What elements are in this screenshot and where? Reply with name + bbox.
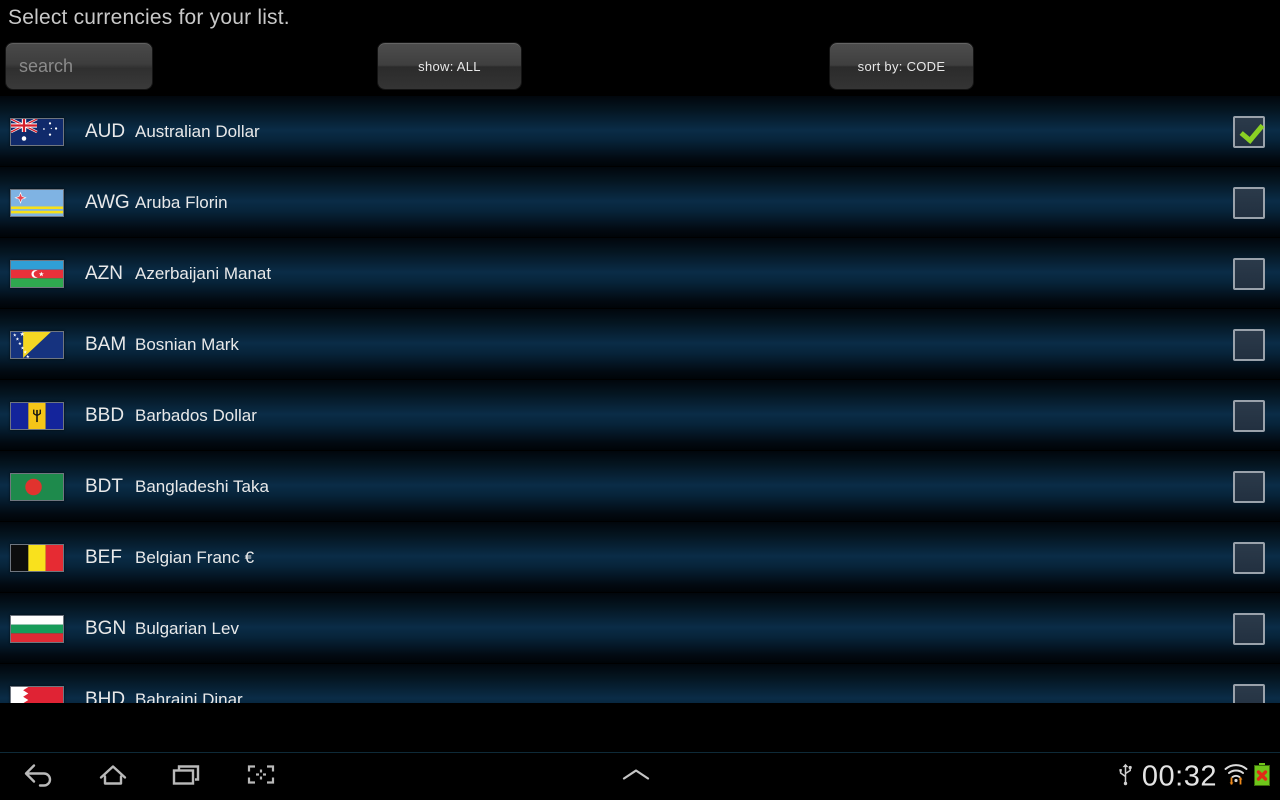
currency-code: BBD: [85, 404, 125, 426]
currency-name: Bahraini Dinar: [135, 689, 243, 704]
currency-name: Bosnian Mark: [135, 334, 239, 354]
wifi-icon: [1223, 761, 1249, 792]
flag-ba-icon: ★ ★ ★ ★ ★ ★: [10, 330, 64, 359]
show-filter-button[interactable]: show: ALL: [377, 42, 522, 90]
currency-code: AUD: [85, 120, 126, 142]
currency-checkbox[interactable]: [1233, 399, 1265, 432]
currency-checkbox[interactable]: [1233, 257, 1265, 290]
currency-code: BEF: [85, 546, 122, 568]
button-bar: Save Changes Cancel: [0, 703, 1280, 752]
clock: 00:32: [1141, 760, 1217, 792]
currency-row[interactable]: BHD Bahraini Dinar: [0, 664, 1280, 703]
currency-code: AZN: [85, 262, 123, 284]
svg-text:★: ★: [26, 354, 30, 358]
screenshot-icon[interactable]: [244, 761, 278, 792]
currency-name: Azerbaijani Manat: [135, 263, 272, 283]
currency-checkbox[interactable]: [1233, 186, 1265, 219]
battery-error-icon: [1252, 761, 1272, 792]
flag-az-icon: [10, 259, 64, 288]
currency-row[interactable]: AUD Australian Dollar: [0, 96, 1280, 167]
currency-row[interactable]: AZN Azerbaijani Manat: [0, 238, 1280, 309]
currency-name: Belgian Franc €: [135, 547, 255, 567]
currency-checkbox[interactable]: [1233, 683, 1265, 703]
chevron-up-icon[interactable]: [616, 764, 656, 789]
flag-bb-icon: [10, 401, 64, 430]
currency-row[interactable]: BGN Bulgarian Lev: [0, 593, 1280, 664]
flag-aw-icon: [10, 188, 64, 217]
currency-name: Aruba Florin: [135, 192, 228, 212]
currency-checkbox[interactable]: [1233, 328, 1265, 361]
flag-au-icon: [10, 117, 64, 146]
currency-code: BAM: [85, 333, 127, 355]
currency-checkbox[interactable]: [1233, 115, 1265, 148]
flag-bg-icon: [10, 614, 64, 643]
flag-bd-icon: [10, 472, 64, 501]
currency-row[interactable]: BDT Bangladeshi Taka: [0, 451, 1280, 522]
currency-name: Bulgarian Lev: [135, 618, 239, 638]
currency-name: Australian Dollar: [135, 121, 260, 141]
sort-by-button[interactable]: sort by: CODE: [829, 42, 974, 90]
status-icons: 00:32: [1117, 760, 1272, 793]
currency-list[interactable]: AUD Australian Dollar AWG Aruba Florin AZN…: [0, 96, 1280, 703]
currency-row[interactable]: AWG Aruba Florin: [0, 167, 1280, 238]
currency-row[interactable]: BBD Barbados Dollar: [0, 380, 1280, 451]
currency-code: BDT: [85, 475, 123, 497]
search-input[interactable]: search: [5, 42, 153, 90]
currency-row[interactable]: ★ ★ ★ ★ ★ ★ BAM Bosnian Mark: [0, 309, 1280, 380]
currency-checkbox[interactable]: [1233, 470, 1265, 503]
currency-checkbox[interactable]: [1233, 612, 1265, 645]
page-title: Select currencies for your list.: [8, 6, 290, 29]
system-navigation-bar: 00:32: [0, 752, 1280, 800]
currency-checkbox[interactable]: [1233, 541, 1265, 574]
back-icon[interactable]: [22, 761, 56, 792]
flag-bh-icon: [10, 685, 64, 703]
currency-code: BGN: [85, 617, 127, 639]
currency-code: BHD: [85, 688, 126, 704]
flag-be-icon: [10, 543, 64, 572]
currency-code: AWG: [85, 191, 130, 213]
search-placeholder: search: [19, 55, 74, 76]
usb-icon: [1117, 762, 1134, 791]
currency-selection-screen: Select currencies for your list. search …: [0, 0, 1280, 800]
currency-row[interactable]: BEF Belgian Franc €: [0, 522, 1280, 593]
home-icon[interactable]: [96, 761, 130, 792]
recents-icon[interactable]: [170, 761, 204, 792]
currency-name: Bangladeshi Taka: [135, 476, 269, 496]
currency-name: Barbados Dollar: [135, 405, 257, 425]
